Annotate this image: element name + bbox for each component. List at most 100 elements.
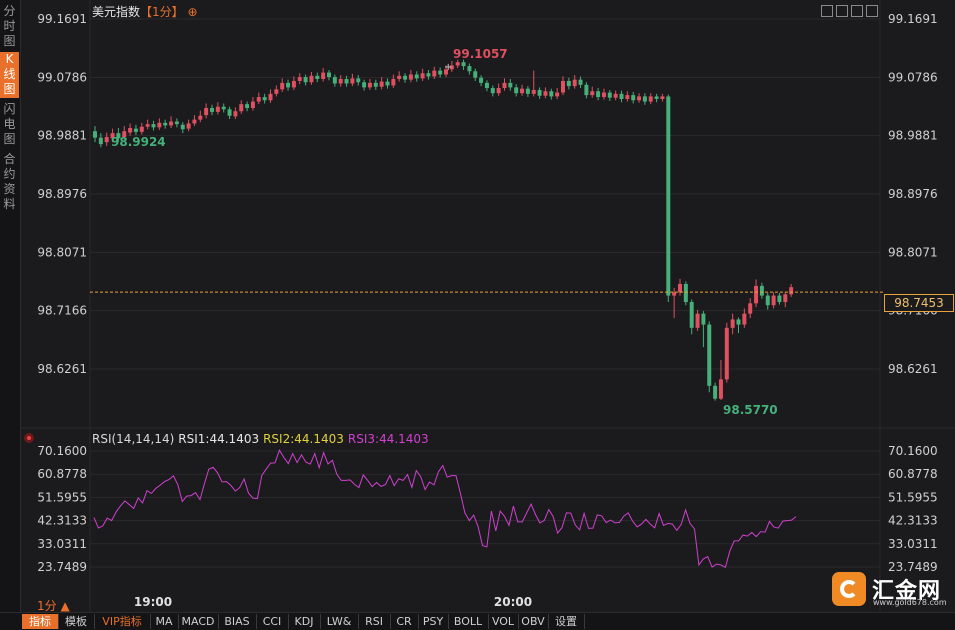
indicator-tab[interactable]: VOL [488, 614, 519, 629]
time-axis-labels: 19:00 20:00 [134, 595, 532, 609]
candle-body [344, 79, 349, 84]
candle-body [379, 81, 384, 87]
candle-body [321, 72, 326, 80]
rsi-settings-icon[interactable] [24, 433, 34, 443]
candle-body [683, 283, 688, 303]
candle-body [239, 104, 244, 112]
candle-body [309, 75, 314, 83]
candle-body [754, 285, 759, 304]
candle-body [221, 106, 226, 110]
candle-body [672, 292, 677, 296]
candle-body [245, 104, 250, 109]
candle-body [180, 124, 185, 130]
candle-body [619, 93, 624, 99]
candle-body [128, 127, 133, 133]
candle-body [637, 96, 642, 101]
candle-body [432, 70, 437, 77]
candle-body [490, 88, 495, 94]
candle-body [157, 122, 162, 128]
candle-body [367, 82, 372, 88]
price-tick-left: 98.6261 [37, 362, 87, 376]
candle-body [584, 84, 589, 96]
candle-body [133, 128, 138, 132]
rsi3-value: RSI3:44.1403 [347, 432, 429, 446]
indicator-tab[interactable]: 模板 [58, 614, 95, 629]
candle-body [198, 115, 203, 120]
low-left-price-label: 98.9924 [111, 135, 166, 149]
candle-body [268, 93, 273, 101]
candle-body [514, 87, 519, 94]
candle-body [169, 121, 174, 126]
candle-body [561, 80, 565, 93]
rsi-tick-left: 23.7489 [37, 560, 87, 574]
candle-body [210, 108, 214, 112]
indicator-tab[interactable]: KDJ [288, 614, 321, 629]
rsi-tick-left: 70.1600 [37, 444, 87, 458]
price-tick-right: 98.8976 [888, 187, 938, 201]
indicator-tab[interactable]: BOLL [448, 614, 489, 629]
candle-body [648, 96, 653, 102]
candle-body [572, 79, 577, 87]
chart-canvas[interactable]: 99.1691 99.1691 99.0786 99.0786 98.9881 98.98… [0, 0, 955, 629]
rsi-tick-right: 42.3133 [888, 514, 938, 528]
candle-body [724, 327, 729, 380]
price-tick-right: 98.6261 [888, 362, 938, 376]
candle-body [736, 319, 741, 325]
candle-body [438, 70, 443, 75]
candle-body [742, 313, 747, 325]
price-tick-left: 98.8071 [37, 245, 87, 259]
rsi-series [93, 449, 797, 569]
candle-body [397, 75, 402, 80]
time-label: 19:00 [134, 595, 172, 609]
candle-body [408, 74, 413, 80]
candle-body [455, 62, 460, 66]
candle-body [461, 62, 466, 67]
candle-body [601, 92, 606, 98]
indicator-tab[interactable]: OBV [518, 614, 549, 629]
indicator-tab[interactable]: CCI [256, 614, 289, 629]
candle-body [215, 106, 220, 112]
candle-body [227, 109, 232, 116]
rsi-tick-left: 51.5955 [37, 490, 87, 504]
indicator-bar: 指标 模板 VIP指标 MA MACD BIAS CCI KDJ LW& RSI CR PSY BOLL… [0, 612, 955, 630]
indicator-tab[interactable]: 指标 [22, 614, 59, 629]
price-tick-left: 98.8976 [37, 187, 87, 201]
gold678-logo: 汇金网 www.gold678.com [832, 572, 950, 608]
candle-body [789, 287, 794, 295]
rsi-tick-right: 51.5955 [888, 490, 938, 504]
price-tick-right: 99.0786 [888, 70, 938, 84]
candle-body [748, 303, 753, 314]
candle-body [701, 313, 706, 325]
candle-body [139, 126, 144, 132]
candle-body [695, 313, 700, 328]
indicator-tab[interactable]: LW& [320, 614, 359, 629]
price-tick-left: 99.0786 [37, 70, 87, 84]
candle-body [531, 89, 536, 94]
candle-body [678, 283, 682, 293]
candle-body [291, 80, 296, 88]
indicator-tab[interactable]: 设置 [548, 614, 585, 629]
candle-body [385, 81, 390, 86]
candle-body [543, 91, 548, 96]
candle-body [233, 111, 238, 117]
indicator-tab[interactable]: MACD [178, 614, 219, 629]
candle-body [350, 78, 355, 84]
indicator-tab[interactable]: PSY [418, 614, 449, 629]
candle-body [297, 77, 302, 81]
indicator-tab[interactable]: RSI [358, 614, 391, 629]
candle-body [777, 295, 782, 303]
indicator-tab[interactable]: MA [150, 614, 179, 629]
candle-body [689, 302, 694, 328]
candle-body [537, 89, 542, 96]
indicator-tab[interactable]: VIP指标 [94, 614, 151, 629]
rsi-tick-right: 70.1600 [888, 444, 938, 458]
price-tick-left: 98.7166 [37, 304, 87, 318]
indicator-tab[interactable]: BIAS [218, 614, 257, 629]
candle-body [771, 295, 776, 306]
candle-body [174, 121, 179, 125]
candle-body [473, 71, 478, 78]
candlestick-series [90, 59, 884, 401]
rsi-tick-left: 33.0311 [37, 537, 87, 551]
indicator-tab[interactable]: CR [390, 614, 419, 629]
candle-body [467, 66, 472, 72]
